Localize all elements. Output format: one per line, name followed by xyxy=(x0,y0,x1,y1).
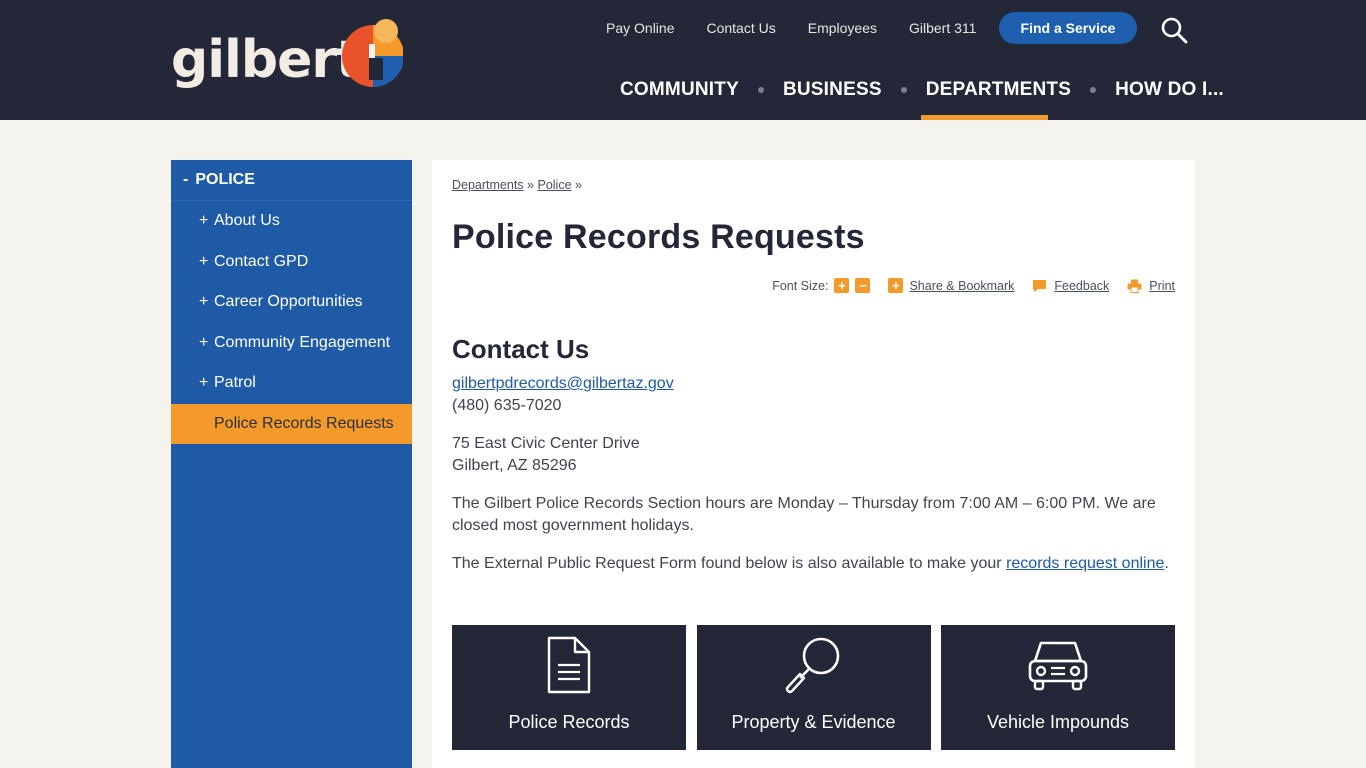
tile-label: Vehicle Impounds xyxy=(986,712,1130,732)
expand-icon: + xyxy=(199,212,209,230)
contact-block: gilbertpdrecords@gilbertaz.gov (480) 635… xyxy=(452,373,1175,417)
sidebar-heading-label: POLICE xyxy=(195,171,255,188)
hours-paragraph: The Gilbert Police Records Section hours… xyxy=(452,495,1156,534)
breadcrumb-departments[interactable]: Departments xyxy=(452,178,524,192)
tile-vehicle-impounds[interactable]: Vehicle Impounds xyxy=(941,625,1175,750)
tile-label: Police Records xyxy=(508,712,630,732)
tile-property-evidence[interactable]: Property & Evidence xyxy=(696,625,931,750)
sidebar-item-patrol[interactable]: + Patrol xyxy=(171,363,412,404)
util-link-contact-us[interactable]: Contact Us xyxy=(706,20,775,36)
sidebar-item-contact-gpd[interactable]: + Contact GPD xyxy=(171,242,412,283)
feedback-icon xyxy=(1033,279,1047,292)
expand-icon: + xyxy=(199,333,209,351)
nav-separator-dot xyxy=(1090,87,1097,93)
print-icon xyxy=(1127,279,1142,293)
sidebar-item-about-us[interactable]: + About Us xyxy=(171,201,412,242)
expand-icon: + xyxy=(199,293,209,311)
breadcrumb-separator: » xyxy=(575,178,582,192)
font-increase-icon[interactable]: + xyxy=(834,278,850,293)
utility-nav: Pay Online Contact Us Employees Gilbert … xyxy=(590,12,992,44)
address-block: 75 East Civic Center Drive Gilbert, AZ 8… xyxy=(452,433,1175,477)
address-line1: 75 East Civic Center Drive xyxy=(452,435,640,452)
nav-separator-dot xyxy=(900,87,907,93)
nav-active-indicator xyxy=(921,115,1048,120)
font-size-label: Font Size: xyxy=(772,278,829,293)
main-nav: COMMUNITY BUSINESS DEPARTMENTS HOW DO I.… xyxy=(620,76,1224,104)
font-decrease-icon[interactable]: − xyxy=(855,278,871,293)
nav-how-do-i[interactable]: HOW DO I... xyxy=(1115,79,1224,101)
breadcrumb: Departments » Police » xyxy=(452,178,582,192)
find-a-service-button[interactable]: Find a Service xyxy=(999,12,1137,44)
util-link-gilbert-311[interactable]: Gilbert 311 xyxy=(909,20,976,36)
address-line2: Gilbert, AZ 85296 xyxy=(452,457,577,474)
breadcrumb-separator: » xyxy=(527,178,534,192)
page-tools: Font Size: + − + Share & Bookmark Feedba… xyxy=(772,278,1175,293)
search-icon[interactable] xyxy=(1160,16,1188,44)
gilbert-logo[interactable]: gilbert xyxy=(171,18,411,98)
sidebar-item-label: About Us xyxy=(214,212,280,230)
collapse-icon: - xyxy=(183,171,189,188)
sidebar-nav: - POLICE + About Us + Contact GPD + Care… xyxy=(171,160,412,768)
expand-icon: + xyxy=(199,252,209,270)
request-form-text-end: . xyxy=(1164,555,1169,572)
records-request-online-link[interactable]: records request online xyxy=(1006,555,1164,572)
car-icon xyxy=(1028,641,1088,691)
service-tiles: Police Records Property & Evidence Vehic… xyxy=(452,625,1175,750)
sidebar-item-police-records-requests[interactable]: Police Records Requests xyxy=(171,403,412,444)
site-header: gilbert Pay Online Contact Us Employees … xyxy=(0,0,1366,120)
contact-us-heading: Contact Us xyxy=(452,334,590,364)
share-plus-icon: + xyxy=(888,278,904,293)
expand-icon: + xyxy=(199,374,209,392)
request-form-paragraph: The External Public Request Form found b… xyxy=(452,553,1175,575)
sidebar-item-community-engagement[interactable]: + Community Engagement xyxy=(171,323,412,364)
nav-community[interactable]: COMMUNITY xyxy=(620,79,739,101)
nav-separator-dot xyxy=(757,87,764,93)
tile-police-records[interactable]: Police Records xyxy=(452,625,686,750)
records-phone: (480) 635-7020 xyxy=(452,397,562,414)
sidebar-item-label: Patrol xyxy=(214,374,256,392)
logo-mark-icon xyxy=(342,19,403,87)
feedback-link[interactable]: Feedback xyxy=(1054,279,1109,293)
nav-departments[interactable]: DEPARTMENTS xyxy=(926,79,1071,101)
document-icon xyxy=(547,636,591,694)
main-content: Departments » Police » Police Records Re… xyxy=(432,160,1195,768)
sidebar-heading-police[interactable]: - POLICE xyxy=(171,160,412,201)
magnifier-icon xyxy=(785,637,839,694)
records-email-link[interactable]: gilbertpdrecords@gilbertaz.gov xyxy=(452,375,674,392)
logo-wordmark: gilbert xyxy=(171,30,361,90)
sidebar-item-label: Community Engagement xyxy=(214,333,391,351)
breadcrumb-police[interactable]: Police xyxy=(537,178,571,192)
sidebar-item-label: Career Opportunities xyxy=(214,293,363,311)
share-bookmark-link[interactable]: Share & Bookmark xyxy=(909,279,1014,293)
print-link[interactable]: Print xyxy=(1149,279,1175,293)
page-title: Police Records Requests xyxy=(452,218,865,256)
util-link-employees[interactable]: Employees xyxy=(808,20,877,36)
tile-label: Property & Evidence xyxy=(731,712,896,732)
sidebar-item-label: Police Records Requests xyxy=(214,414,394,432)
sidebar-item-career-opportunities[interactable]: + Career Opportunities xyxy=(171,282,412,323)
nav-business[interactable]: BUSINESS xyxy=(783,79,882,101)
util-link-pay-online[interactable]: Pay Online xyxy=(606,20,674,36)
request-form-text: The External Public Request Form found b… xyxy=(452,555,1007,572)
sidebar-item-label: Contact GPD xyxy=(214,252,309,270)
